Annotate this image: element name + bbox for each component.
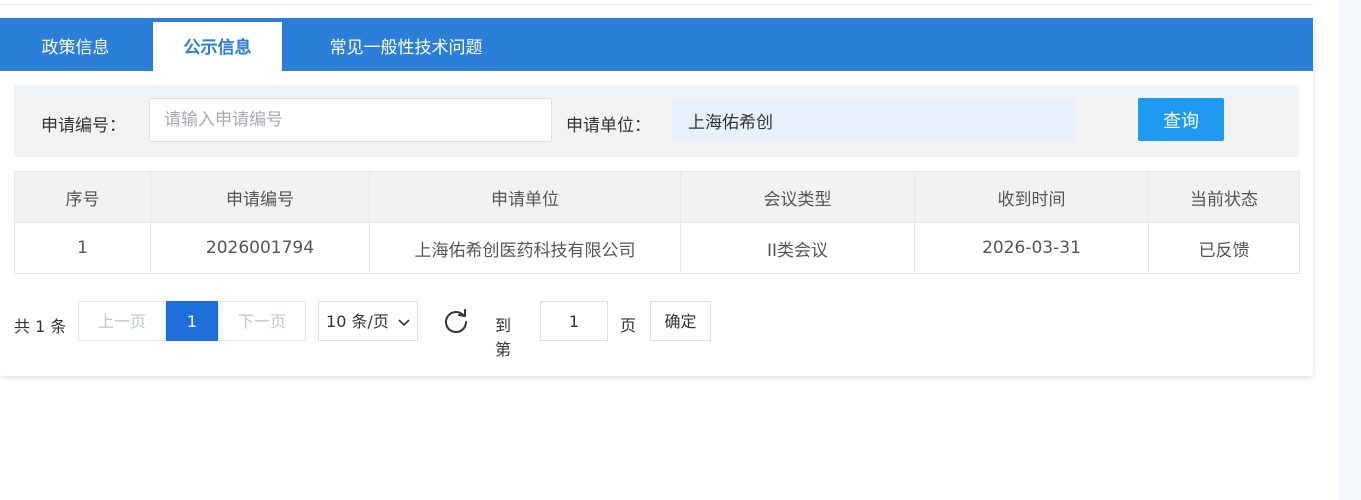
- col-header-received-time: 收到时间: [914, 171, 1149, 223]
- cell-app-no: 2026001794: [150, 222, 370, 274]
- unit-label: 申请单位：: [566, 116, 651, 136]
- total-count: 共 1 条: [14, 317, 67, 336]
- cell-received-time: 2026-03-31: [914, 222, 1149, 274]
- goto-page-input[interactable]: 1: [540, 301, 608, 341]
- top-divider: [0, 0, 1313, 5]
- tab-common-tech-questions[interactable]: 常见一般性技术问题: [305, 18, 507, 71]
- cell-unit: 上海佑希创医药科技有限公司: [369, 222, 681, 274]
- next-page-button[interactable]: 下一页: [218, 301, 306, 341]
- col-header-meeting-type: 会议类型: [680, 171, 915, 223]
- query-button[interactable]: 查询: [1138, 98, 1224, 141]
- chevron-down-icon: [398, 318, 410, 326]
- search-panel: 申请编号： 申请单位： 查询: [14, 85, 1299, 157]
- tab-bar: 政策信息 公示信息 常见一般性技术问题: [0, 18, 1313, 71]
- page-unit-label: 页: [620, 316, 637, 335]
- results-table: 序号 申请编号 申请单位 会议类型 收到时间 当前状态 1 2026001794…: [14, 171, 1300, 274]
- cell-index: 1: [14, 222, 151, 274]
- confirm-button[interactable]: 确定: [650, 301, 711, 341]
- prev-page-button[interactable]: 上一页: [78, 301, 166, 341]
- cell-meeting-type: II类会议: [680, 222, 915, 274]
- table-row[interactable]: 1 2026001794 上海佑希创医药科技有限公司 II类会议 2026-03…: [14, 222, 1300, 274]
- content-card: 政策信息 公示信息 常见一般性技术问题 申请编号： 申请单位： 查询 序号 申请…: [0, 18, 1313, 376]
- app-no-input[interactable]: [149, 98, 552, 142]
- right-gutter: [1339, 0, 1361, 500]
- table-header-row: 序号 申请编号 申请单位 会议类型 收到时间 当前状态: [14, 171, 1300, 223]
- page-size-label: 10 条/页: [326, 312, 389, 331]
- goto-label: 到第: [495, 316, 512, 359]
- page-size-select[interactable]: 10 条/页: [318, 301, 418, 341]
- cell-status: 已反馈: [1148, 222, 1300, 274]
- unit-input[interactable]: [673, 98, 1076, 142]
- app-no-label: 申请编号：: [41, 116, 126, 136]
- tab-policy-info[interactable]: 政策信息: [18, 18, 133, 71]
- col-header-status: 当前状态: [1148, 171, 1300, 223]
- refresh-icon[interactable]: [442, 307, 470, 335]
- page-number-current[interactable]: 1: [166, 301, 218, 341]
- col-header-index: 序号: [14, 171, 151, 223]
- col-header-unit: 申请单位: [369, 171, 681, 223]
- col-header-app-no: 申请编号: [150, 171, 370, 223]
- tab-public-notice[interactable]: 公示信息: [153, 22, 282, 71]
